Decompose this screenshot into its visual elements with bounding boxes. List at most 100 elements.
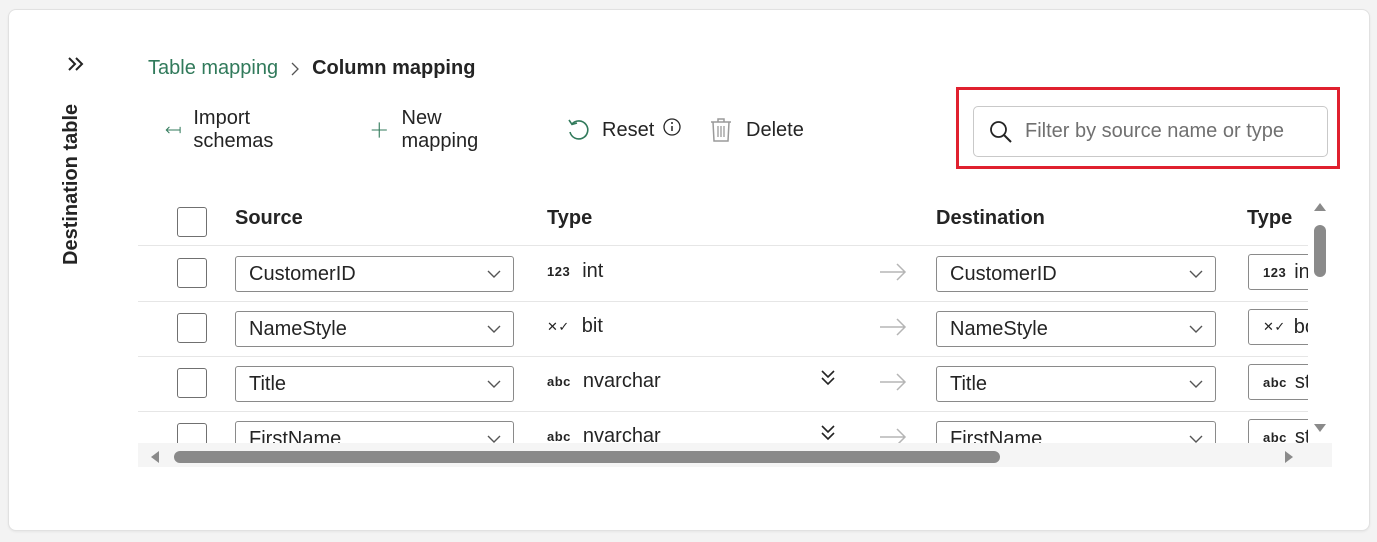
destination-dropdown[interactable]: NameStyle	[936, 311, 1216, 347]
row-checkbox[interactable]	[177, 313, 207, 343]
arrow-right-icon	[880, 373, 907, 391]
horizontal-scroll-thumb[interactable]	[174, 451, 1000, 463]
destination-type-value: st	[1294, 370, 1308, 393]
grid-header: Source Type Destination Type	[138, 193, 1308, 246]
source-type: abc nvarchar	[547, 425, 661, 443]
undo-icon	[568, 119, 589, 140]
header-destination[interactable]: Destination	[936, 207, 1045, 230]
scroll-down-icon[interactable]	[1313, 423, 1327, 433]
chevron-down-icon	[487, 270, 501, 278]
source-type-value: nvarchar	[582, 370, 661, 392]
destination-dropdown[interactable]: CustomerID	[936, 256, 1216, 292]
reset-label: Reset	[602, 118, 655, 141]
destination-value: CustomerID	[950, 262, 1057, 285]
destination-table-title: Destination table	[60, 103, 82, 265]
source-type: 123 int	[547, 260, 603, 283]
type-icon: 123	[547, 264, 571, 279]
vertical-scroll-thumb[interactable]	[1314, 225, 1326, 277]
arrow-right-icon	[880, 263, 907, 281]
scroll-right-icon[interactable]	[1284, 450, 1294, 464]
reset-button[interactable]: Reset	[566, 112, 682, 148]
source-type-value: bit	[581, 315, 603, 337]
info-icon[interactable]	[662, 117, 682, 137]
chevron-down-icon	[487, 325, 501, 333]
source-dropdown[interactable]: NameStyle	[235, 311, 514, 347]
destination-value: NameStyle	[950, 317, 1048, 340]
new-mapping-button[interactable]: New mapping	[371, 107, 486, 152]
destination-dropdown[interactable]: Title	[936, 366, 1216, 402]
chevron-down-icon	[1189, 325, 1203, 333]
chevron-down-icon	[1189, 435, 1203, 443]
source-dropdown[interactable]: FirstName	[235, 421, 514, 443]
source-type: ✕✓ bit	[547, 315, 603, 338]
row-checkbox[interactable]	[177, 423, 207, 443]
delete-button[interactable]: Delete	[710, 112, 804, 148]
destination-value: Title	[950, 372, 988, 395]
search-box[interactable]	[973, 106, 1328, 157]
type-icon: abc	[547, 429, 571, 443]
grid-viewport: Source Type Destination Type CustomerID 1…	[138, 193, 1308, 443]
type-icon: abc	[547, 374, 571, 389]
chevron-down-icon	[1189, 380, 1203, 388]
arrow-right-icon	[880, 428, 907, 443]
arrow-right-icon	[880, 318, 907, 336]
header-destination-type[interactable]: Type	[1247, 207, 1292, 230]
delete-label: Delete	[746, 118, 804, 141]
source-type-value: int	[582, 260, 604, 282]
type-icon: ✕✓	[547, 318, 570, 334]
scroll-left-icon[interactable]	[150, 450, 160, 464]
row-checkbox[interactable]	[177, 258, 207, 288]
chevron-down-icon	[487, 435, 501, 443]
source-dropdown[interactable]: Title	[235, 366, 514, 402]
source-value: FirstName	[249, 427, 342, 444]
chevron-down-icon	[487, 380, 501, 388]
vertical-scrollbar[interactable]	[1308, 193, 1332, 443]
chevron-down-icon	[1189, 270, 1203, 278]
table-row: CustomerID 123 int CustomerID 123 in	[138, 246, 1308, 302]
chevron-right-icon	[291, 62, 300, 75]
destination-type-dropdown[interactable]: abcst	[1248, 419, 1308, 443]
search-input[interactable]	[1023, 119, 1317, 144]
breadcrumb-column-mapping: Column mapping	[312, 57, 476, 79]
destination-type-value: in	[1294, 260, 1308, 283]
import-arrow-icon	[165, 126, 181, 134]
import-schemas-label: Import schemas	[193, 107, 274, 152]
header-source[interactable]: Source	[235, 207, 303, 230]
destination-type-dropdown[interactable]: abcst	[1248, 364, 1308, 400]
row-checkbox[interactable]	[177, 368, 207, 398]
horizontal-scrollbar[interactable]	[138, 443, 1332, 467]
destination-type-value: bo	[1293, 315, 1308, 338]
destination-type-dropdown[interactable]: ✕✓ bo	[1248, 309, 1308, 345]
table-row: FirstNameabcnvarcharFirstNameabcst	[138, 411, 1308, 443]
source-type-value: nvarchar	[582, 425, 661, 443]
dest-type-icon: 123	[1263, 264, 1287, 280]
destination-value: FirstName	[950, 427, 1043, 444]
trash-icon	[711, 118, 731, 142]
destination-dropdown[interactable]: FirstName	[936, 421, 1216, 443]
scroll-up-icon[interactable]	[1313, 202, 1327, 212]
destination-type-value: st	[1294, 425, 1308, 444]
table-row: NameStyle ✕✓ bit NameStyle ✕✓ bo	[138, 301, 1308, 357]
source-value: CustomerID	[249, 262, 356, 285]
expand-type-icon[interactable]	[821, 370, 835, 386]
new-mapping-label: New mapping	[401, 107, 479, 152]
source-type: abc nvarchar	[547, 370, 661, 393]
mapping-grid: Source Type Destination Type CustomerID 1…	[138, 193, 1332, 467]
double-chevron-right-icon[interactable]	[64, 54, 88, 74]
search-icon	[990, 120, 1012, 143]
import-schemas-button[interactable]: Import schemas	[165, 107, 283, 152]
breadcrumb: Table mapping Column mapping	[148, 57, 475, 80]
expand-type-icon[interactable]	[821, 425, 835, 441]
table-row: TitleabcnvarcharTitleabcst	[138, 356, 1308, 412]
source-dropdown[interactable]: CustomerID	[235, 256, 514, 292]
dest-type-icon: abc	[1263, 374, 1287, 390]
source-value: Title	[249, 372, 287, 395]
select-all-checkbox[interactable]	[177, 207, 207, 237]
dest-type-icon: abc	[1263, 429, 1287, 444]
dest-type-icon: ✕✓	[1263, 319, 1286, 334]
plus-icon	[371, 122, 387, 138]
destination-type-dropdown[interactable]: 123 in	[1248, 254, 1308, 290]
header-type[interactable]: Type	[547, 207, 592, 230]
breadcrumb-table-mapping[interactable]: Table mapping	[148, 57, 278, 80]
source-value: NameStyle	[249, 317, 347, 340]
